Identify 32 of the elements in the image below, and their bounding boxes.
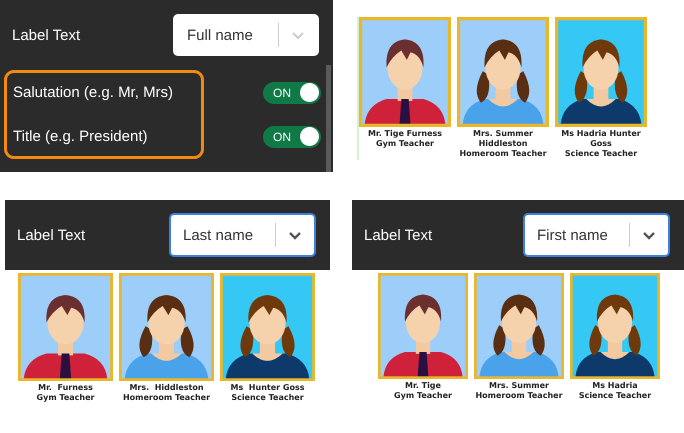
person-role: Gym Teacher — [376, 139, 434, 149]
person-name: Mrs. Hiddleston — [129, 383, 204, 393]
label-dropdown[interactable]: Last name — [169, 213, 316, 257]
person-role: Gym Teacher — [394, 391, 452, 401]
chevron-icon — [288, 230, 302, 240]
chevron-icon — [291, 30, 305, 40]
person-role: Homeroom Teacher — [122, 393, 210, 403]
person-name: Ms Hadria Hunter Goss — [560, 129, 642, 149]
person-role: Science Teacher — [231, 393, 304, 403]
label-dropdown[interactable]: First name — [523, 213, 670, 257]
person-name: Mr. Tige — [405, 381, 441, 391]
toggle-switch[interactable]: ON — [263, 82, 321, 104]
person-role: Homeroom Teacher — [459, 149, 547, 159]
person-name: Ms Hunter Goss — [230, 383, 304, 393]
person-name: Mrs. Summer Hiddleston — [472, 129, 534, 149]
person-name: Ms Hadria — [592, 381, 638, 391]
person-role: Gym Teacher — [36, 393, 94, 403]
person-role: Science Teacher — [578, 391, 652, 401]
label-text: Label Text — [364, 226, 432, 244]
chevron-icon — [642, 230, 656, 240]
person-name: Mr. Tige Furness — [368, 129, 442, 139]
toggle-label: Title (e.g. President) — [13, 128, 148, 145]
label-text: Label Text — [12, 26, 80, 44]
person-role: Homeroom Teacher — [475, 391, 563, 401]
scrollbar[interactable] — [326, 65, 331, 172]
person-name: Mrs. Summer — [489, 381, 549, 391]
label-dropdown[interactable]: Full name — [173, 14, 319, 56]
toggle-switch[interactable]: ON — [263, 126, 321, 148]
label-text: Label Text — [17, 226, 86, 244]
person-role: Science Teacher — [564, 149, 638, 159]
toggle-label: Salutation (e.g. Mr, Mrs) — [13, 84, 174, 101]
person-name: Mr. Furness — [38, 383, 93, 393]
